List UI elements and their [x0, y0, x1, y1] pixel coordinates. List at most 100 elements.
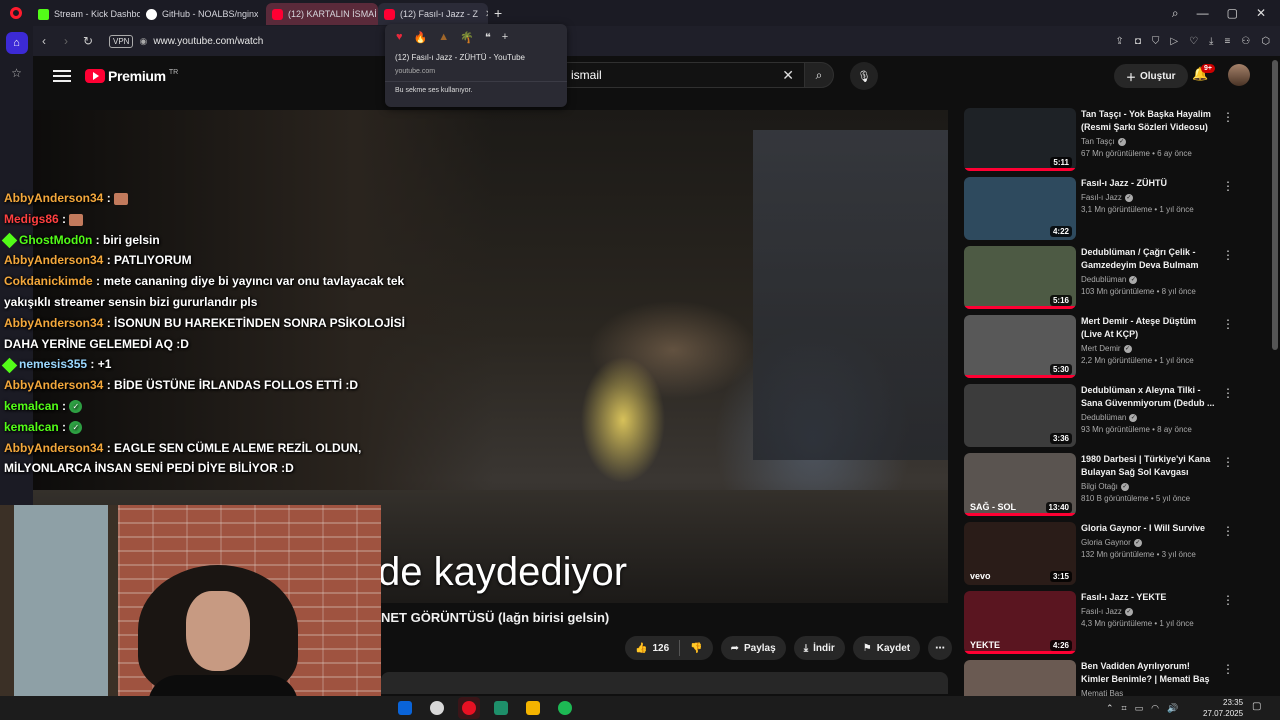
scroll-thumb[interactable] [1272, 60, 1278, 350]
taskbar-app-icon[interactable] [554, 697, 576, 719]
taskbar-clock[interactable]: 23:35 27.07.2025 [1203, 697, 1243, 719]
share-page-icon[interactable]: ⇪ [1115, 36, 1123, 47]
description-box[interactable] [381, 672, 948, 694]
tab-youtube-kartal[interactable]: (12) KARTALIN İSMAİ [266, 3, 378, 25]
more-options-icon[interactable]: ⋮ [1222, 524, 1234, 538]
create-button[interactable]: ＋ Oluştur [1114, 64, 1188, 88]
player-icon[interactable]: ▷ [1170, 36, 1178, 47]
close-window-icon[interactable]: ✕ [1256, 6, 1266, 21]
back-icon[interactable]: ‹ [33, 34, 55, 48]
easy-setup-icon[interactable]: ≡ [1224, 36, 1230, 47]
chat-username[interactable]: kemalcan [4, 420, 59, 434]
recommendation-title[interactable]: Tan Taşçı - Yok Başka Hayalim (Resmi Şar… [1081, 108, 1216, 134]
chat-username[interactable]: GhostMod0n [19, 233, 92, 247]
home-icon[interactable]: ⌂ [5, 32, 28, 54]
forward-icon[interactable]: › [55, 34, 77, 48]
search-input[interactable]: ismail ✕ [560, 62, 804, 88]
chat-username[interactable]: AbbyAnderson34 [4, 316, 103, 330]
recommendation-title[interactable]: 1980 Darbesi | Türkiye'yi Kana Bulayan S… [1081, 453, 1216, 479]
search-button[interactable]: ⌕ [804, 62, 834, 88]
avatar[interactable] [1228, 64, 1250, 86]
channel-name-row[interactable]: Bilgi Otağı ✓ [1081, 482, 1216, 491]
recommendation-title[interactable]: Dedublüman / Çağrı Çelik - Gamzedeyim De… [1081, 246, 1216, 272]
share-button[interactable]: ➦ Paylaş [720, 636, 786, 660]
recommendation-item[interactable]: 4:22 Fasıl-ı Jazz - ZÜHTÜ Fasıl-ı Jazz ✓ 3,1… [964, 177, 1244, 246]
recommendation-item[interactable]: 5:16 Dedublüman / Çağrı Çelik - Gamzedeyi… [964, 246, 1244, 315]
video-thumbnail[interactable]: YEKTE 4:26 [964, 591, 1076, 654]
download-icon[interactable]: ⤓ [1209, 36, 1213, 47]
tab-youtube-fasil[interactable]: (12) Fasıl-ı Jazz - Z ✕ [378, 3, 488, 25]
channel-name-row[interactable]: Gloria Gaynor ✓ [1081, 538, 1216, 547]
tray-network-icon[interactable]: ⌗ [1122, 703, 1127, 714]
channel-name-row[interactable]: Dedublüman ✓ [1081, 275, 1216, 284]
more-options-icon[interactable]: ⋮ [1222, 110, 1234, 124]
recommendation-title[interactable]: Dedublüman x Aleyna Tilki - Sana Güvenmi… [1081, 384, 1216, 410]
more-options-icon[interactable]: ⋮ [1222, 455, 1234, 469]
palm-icon[interactable]: 🌴 [460, 31, 474, 44]
more-options-icon[interactable]: ⋮ [1222, 179, 1234, 193]
channel-name-row[interactable]: Fasıl-ı Jazz ✓ [1081, 607, 1216, 616]
recommendation-title[interactable]: Gloria Gaynor - I Will Survive [1081, 522, 1216, 535]
clear-search-icon[interactable]: ✕ [782, 67, 794, 84]
new-tab-button[interactable]: + [494, 5, 502, 21]
recommendation-item[interactable]: vevo 3:15 Gloria Gaynor - I Will Survive Gl… [964, 522, 1244, 591]
recommendation-item[interactable]: YEKTE 4:26 Fasıl-ı Jazz - YEKTE Fasıl-ı Jaz… [964, 591, 1244, 660]
opera-logo-icon[interactable] [0, 0, 32, 26]
search-tabs-icon[interactable]: ⌕ [1172, 6, 1179, 21]
video-thumbnail[interactable]: 5:16 [964, 246, 1076, 309]
adblock-icon[interactable]: ⛉ [1152, 36, 1160, 47]
url-field[interactable]: www.youtube.com/watch [153, 36, 263, 47]
poop-icon[interactable]: ▲ [438, 31, 449, 44]
recommendation-title[interactable]: Fasıl-ı Jazz - ZÜHTÜ [1081, 177, 1216, 190]
chat-username[interactable]: nemesis355 [19, 357, 87, 371]
chat-username[interactable]: Medigs86 [4, 212, 59, 226]
tab-kick-dashboard[interactable]: Stream - Kick Dashboard [32, 3, 140, 25]
more-options-icon[interactable]: ⋮ [1222, 662, 1234, 676]
page-scrollbar[interactable] [1270, 56, 1280, 696]
video-thumbnail[interactable]: SAĞ - SOL 13:40 [964, 453, 1076, 516]
more-options-icon[interactable]: ⋮ [1222, 593, 1234, 607]
tray-battery-icon[interactable]: ▭ [1135, 703, 1144, 714]
chat-username[interactable]: kemalcan [4, 399, 59, 413]
tray-chevron-icon[interactable]: ⌃ [1106, 703, 1114, 714]
recommendation-title[interactable]: Ben Vadiden Ayrılıyorum! Kimler Benimle?… [1081, 660, 1216, 686]
youtube-logo[interactable]: Premium TR [85, 68, 178, 84]
more-actions-button[interactable]: ⋯ [928, 636, 953, 660]
recommendation-title[interactable]: Fasıl-ı Jazz - YEKTE [1081, 591, 1216, 604]
video-thumbnail[interactable]: 3:36 [964, 384, 1076, 447]
taskbar-app-icon[interactable] [522, 697, 544, 719]
menu-icon[interactable] [53, 70, 71, 82]
video-thumbnail[interactable]: vevo 3:15 [964, 522, 1076, 585]
channel-name-row[interactable]: Tan Taşçı ✓ [1081, 137, 1216, 146]
recommendation-title[interactable]: Mert Demir - Ateşe Düştüm (Live At KÇP) [1081, 315, 1216, 341]
recommendation-item[interactable]: 3:36 Dedublüman x Aleyna Tilki - Sana Güv… [964, 384, 1244, 453]
minimize-icon[interactable]: — [1197, 6, 1209, 21]
chat-username[interactable]: AbbyAnderson34 [4, 378, 103, 392]
taskbar-app-icon[interactable] [426, 697, 448, 719]
voice-search-button[interactable]: 🎙 [850, 62, 878, 90]
maximize-icon[interactable]: ▢ [1227, 6, 1238, 21]
site-info-icon[interactable]: ◉ [139, 36, 147, 47]
tab-github[interactable]: GitHub - NOALBS/nginx- [140, 3, 258, 25]
tab-close-icon[interactable]: ✕ [485, 9, 488, 20]
recommendation-item[interactable]: 5:30 Mert Demir - Ateşe Düştüm (Live At K… [964, 315, 1244, 384]
taskbar-app-icon[interactable] [394, 697, 416, 719]
quote-icon[interactable]: ❝ [485, 31, 491, 44]
reload-icon[interactable]: ↻ [77, 34, 99, 48]
chat-username[interactable]: Cokdanickimde [4, 274, 93, 288]
profile-icon[interactable]: ⚇ [1241, 36, 1250, 47]
tray-volume-icon[interactable]: 🔊 [1167, 703, 1178, 714]
channel-name-row[interactable]: Mert Demir ✓ [1081, 344, 1216, 353]
snapshot-icon[interactable]: ◘ [1135, 36, 1141, 47]
channel-name-row[interactable]: Fasıl-ı Jazz ✓ [1081, 193, 1216, 202]
video-thumbnail[interactable]: 4:22 [964, 177, 1076, 240]
fire-icon[interactable]: 🔥 [414, 31, 428, 44]
more-options-icon[interactable]: ⋮ [1222, 248, 1234, 262]
taskbar-app-icon[interactable] [458, 697, 480, 719]
add-reaction-icon[interactable]: + [502, 31, 508, 44]
dislike-button[interactable]: 👎 [680, 636, 712, 660]
channel-name-row[interactable]: Dedublüman ✓ [1081, 413, 1216, 422]
notification-center-icon[interactable]: ▢ [1252, 701, 1261, 712]
extensions-icon[interactable]: ⬡ [1261, 36, 1270, 47]
chat-username[interactable]: AbbyAnderson34 [4, 441, 103, 455]
